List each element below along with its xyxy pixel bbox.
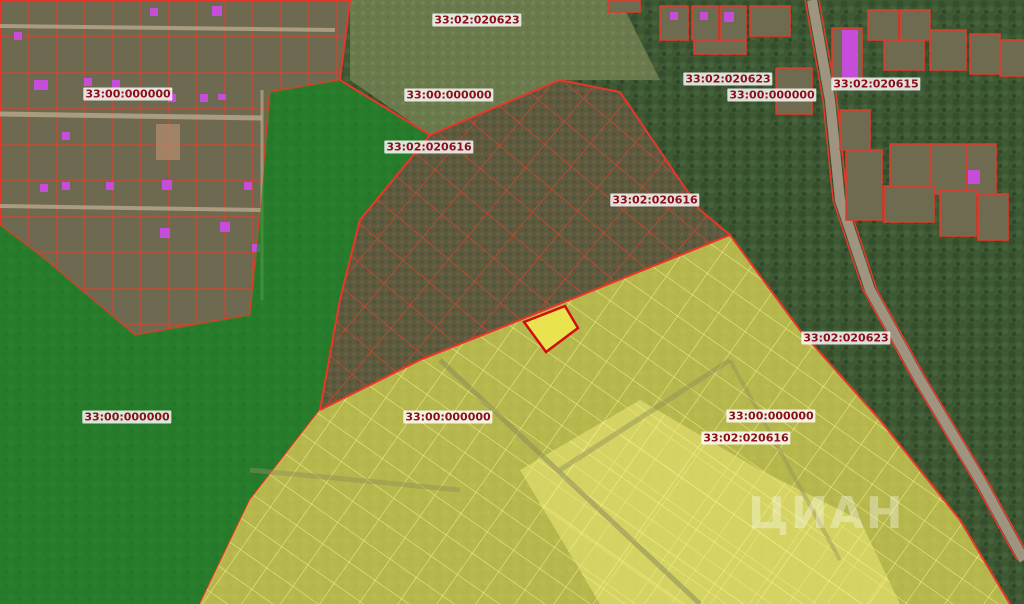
watermark-logo: ЦИАН bbox=[748, 488, 905, 539]
cadastre-label: 33:00:000000 bbox=[82, 410, 172, 424]
cadastre-label: 33:00:000000 bbox=[403, 410, 493, 424]
cadastre-label: 33:02:020623 bbox=[683, 72, 773, 86]
cadastre-label: 33:02:020623 bbox=[801, 331, 891, 345]
cadastre-label: 33:00:000000 bbox=[727, 88, 817, 102]
cadastre-label: 33:02:020623 bbox=[432, 13, 522, 27]
cadastre-label: 33:02:020616 bbox=[610, 193, 700, 207]
cadastre-label: 33:00:000000 bbox=[83, 87, 173, 101]
cadastre-label: 33:02:020615 bbox=[831, 77, 921, 91]
cadastral-map[interactable]: 33:02:020623 33:00:000000 33:00:000000 3… bbox=[0, 0, 1024, 604]
cadastre-label: 33:00:000000 bbox=[404, 88, 494, 102]
cadastre-label: 33:02:020616 bbox=[701, 431, 791, 445]
cadastre-label: 33:00:000000 bbox=[726, 409, 816, 423]
cadastre-label: 33:02:020616 bbox=[384, 140, 474, 154]
